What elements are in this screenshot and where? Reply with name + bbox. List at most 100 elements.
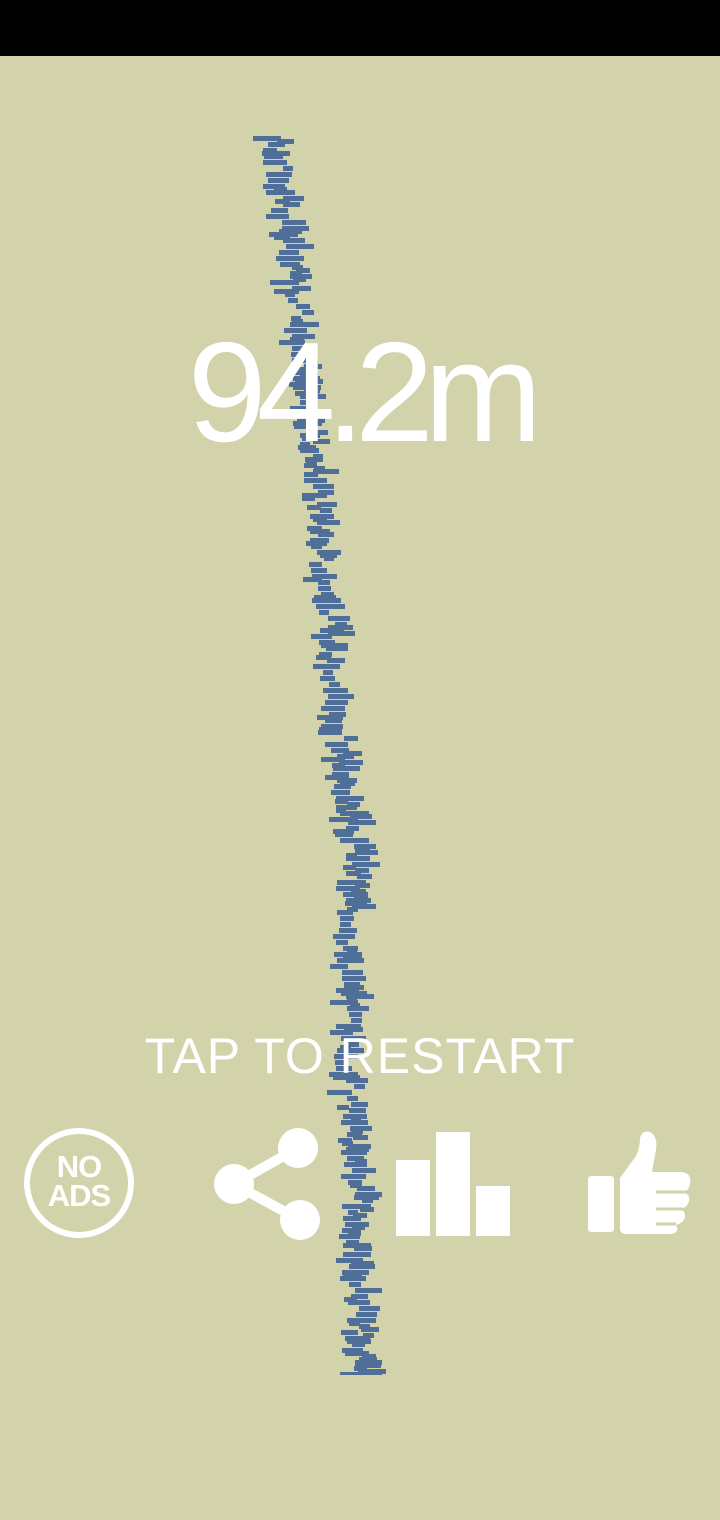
tower-block xyxy=(340,916,354,921)
height-score: 94.2m xyxy=(187,313,543,472)
tower-block xyxy=(328,616,350,621)
share-button[interactable] xyxy=(210,1126,324,1242)
tower-block xyxy=(337,910,353,915)
tower-block xyxy=(279,250,299,255)
tower-block xyxy=(340,838,369,843)
tower-block xyxy=(349,1321,360,1326)
tower-block xyxy=(311,544,322,549)
tower-block xyxy=(264,154,283,159)
tower-block xyxy=(318,730,342,735)
tower-block xyxy=(341,1330,358,1335)
tap-to-restart-button[interactable]: TAP TO RESTART xyxy=(0,1026,720,1086)
tower-block xyxy=(327,658,345,663)
tower-block xyxy=(266,214,289,219)
tower-block xyxy=(340,922,351,927)
tower-block xyxy=(317,520,340,525)
leaderboard-button[interactable] xyxy=(396,1130,512,1238)
bar-chart-icon xyxy=(396,1132,510,1236)
tower-block xyxy=(253,136,281,141)
tower-block xyxy=(349,1012,362,1017)
tower-block xyxy=(336,940,348,945)
like-button[interactable] xyxy=(586,1130,694,1236)
tower-block xyxy=(348,820,376,825)
tower-block xyxy=(352,1168,376,1173)
tower-block xyxy=(356,1312,377,1317)
tower-block xyxy=(349,1264,375,1269)
tower-block xyxy=(283,202,300,207)
tower-block xyxy=(321,706,345,711)
tower-block xyxy=(325,700,348,705)
tower-block xyxy=(341,1150,367,1155)
tower-block xyxy=(313,664,340,669)
tower-block xyxy=(316,604,345,609)
no-ads-label-line1: NO xyxy=(56,1149,103,1184)
tower-block xyxy=(268,142,285,147)
tower-block xyxy=(285,292,295,297)
no-ads-button[interactable]: NO ADS xyxy=(24,1128,134,1238)
tower-block xyxy=(347,1006,369,1011)
tower-block xyxy=(349,1108,366,1113)
tower-block xyxy=(283,238,305,243)
tower-block xyxy=(320,508,332,513)
tower-block xyxy=(357,874,372,879)
tower-block xyxy=(327,1090,352,1095)
tower-block xyxy=(318,586,331,591)
tower-block xyxy=(311,634,332,639)
tower-block xyxy=(323,670,333,675)
tower-block xyxy=(333,934,355,939)
tower-block xyxy=(351,1018,362,1023)
tower-block xyxy=(344,1162,367,1167)
tower-block xyxy=(330,964,348,969)
tower-block xyxy=(343,865,356,870)
tower-block xyxy=(344,736,358,741)
tower-block xyxy=(347,1096,358,1101)
tower-block xyxy=(286,244,314,249)
tower-block xyxy=(318,532,334,537)
tower-block xyxy=(339,928,357,933)
tower-block xyxy=(266,190,295,195)
tower-block xyxy=(304,478,327,483)
tower-block xyxy=(348,1300,370,1305)
tower-block xyxy=(360,1207,374,1212)
tower-block xyxy=(283,166,293,171)
tower-block xyxy=(270,280,299,285)
tower-block xyxy=(361,1327,379,1332)
tower-block xyxy=(311,568,327,573)
tower-block xyxy=(325,742,348,747)
tower-block xyxy=(318,580,330,585)
tower-block xyxy=(335,832,353,837)
tower-block xyxy=(329,682,340,687)
tower-block xyxy=(335,799,348,804)
tower-block xyxy=(354,1246,372,1251)
tower-block xyxy=(320,676,335,681)
tower-block xyxy=(337,958,364,963)
tower-block xyxy=(339,1234,360,1239)
tower-block xyxy=(323,688,348,693)
tower-block xyxy=(334,784,351,789)
tower-block xyxy=(340,1276,366,1281)
tower-block xyxy=(342,976,366,981)
tower-block xyxy=(349,1282,361,1287)
tower-block xyxy=(282,220,306,225)
thumbs-up-icon xyxy=(588,1131,691,1234)
tower-block xyxy=(337,1105,349,1110)
tower-block xyxy=(328,694,354,699)
tower-block xyxy=(271,208,288,213)
tower-block xyxy=(312,598,341,603)
tower-block xyxy=(313,484,334,489)
tower-block xyxy=(341,1174,366,1179)
tower-block xyxy=(331,790,350,795)
tower-block xyxy=(362,1198,373,1203)
tower-block xyxy=(353,1135,368,1140)
tower-block xyxy=(341,1120,368,1125)
tower-block xyxy=(268,178,289,183)
tower-block xyxy=(325,718,342,723)
tower-block xyxy=(328,631,355,636)
tower-block xyxy=(326,646,348,651)
tower-block xyxy=(352,862,380,867)
tower-block xyxy=(309,562,322,567)
tower-block xyxy=(352,1342,365,1347)
tower-block xyxy=(288,298,298,303)
block-tower xyxy=(253,136,386,1375)
tower-base xyxy=(340,1372,382,1375)
